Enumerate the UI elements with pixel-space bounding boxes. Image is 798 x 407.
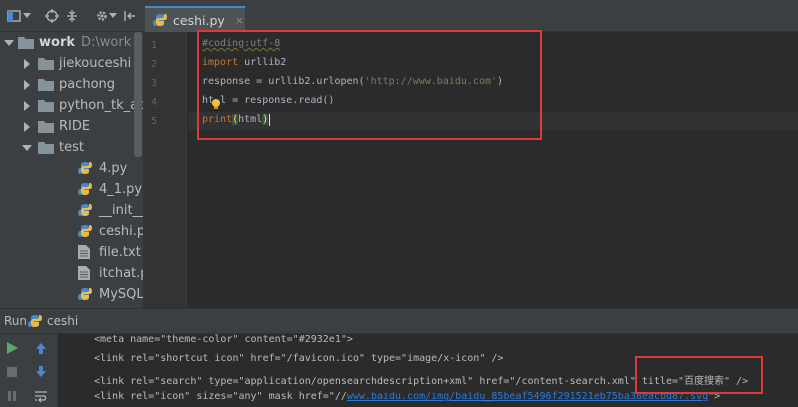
folder-icon [18, 35, 34, 51]
text-file-icon [78, 266, 94, 282]
python-run-icon [28, 314, 44, 330]
line-number: 3 [150, 78, 157, 89]
collapsed-arrow-icon[interactable] [22, 101, 32, 111]
stop-icon[interactable] [5, 364, 21, 380]
project-panel: work D:\work jiekouceshi pachong python_tk_… [0, 0, 143, 308]
folder-icon [38, 119, 54, 135]
rerun-icon[interactable] [5, 340, 21, 356]
line-number: 1 [150, 40, 157, 51]
gear-dropdown-icon[interactable] [108, 8, 118, 24]
tree-item-label: MySQL.py [99, 287, 143, 302]
tree-item[interactable]: MySQL.py [0, 284, 143, 305]
collapsed-arrow-icon[interactable] [22, 80, 32, 90]
python-file-icon [78, 224, 94, 240]
collapsed-arrow-icon[interactable] [22, 122, 32, 132]
run-panel-title: Run [4, 314, 28, 328]
tree-item-label: python_tk_adb [59, 98, 143, 113]
panel-scrollbar[interactable] [134, 32, 142, 157]
tree-item[interactable]: jiekouceshi [0, 53, 143, 74]
soft-wrap-icon[interactable] [34, 388, 50, 404]
expand-arrow-icon[interactable] [22, 143, 32, 153]
line-number: 5 [150, 116, 157, 127]
scroll-up-icon[interactable] [34, 340, 50, 356]
tree-item-label: 4_1.py [99, 182, 143, 197]
tab-ceshi-py[interactable]: ceshi.py × [145, 6, 245, 32]
console-line: <link rel="shortcut icon" href="/favicon… [94, 353, 504, 364]
folder-icon [38, 98, 54, 114]
line-number: 4 [150, 97, 157, 108]
console-annotation-box [635, 356, 763, 394]
scroll-down-icon[interactable] [34, 364, 50, 380]
tree-item-label: ceshi.py [99, 224, 143, 239]
hide-panel-icon[interactable] [122, 8, 138, 24]
tree-root-label: work D:\work [39, 35, 132, 50]
python-file-icon [78, 182, 94, 198]
tab-label: ceshi.py [173, 12, 225, 28]
python-file-icon [153, 14, 167, 26]
tree-item-label: file.txt [99, 245, 141, 260]
folder-icon [38, 56, 54, 72]
project-view-icon[interactable] [6, 8, 22, 24]
tree-item-label: itchat.pkl [99, 266, 143, 281]
run-toolbar [0, 334, 58, 407]
console-line: <link rel="icon" sizes="any" mask href="… [94, 391, 721, 402]
view-dropdown-icon[interactable] [22, 8, 32, 24]
folder-icon [38, 77, 54, 93]
tree-item[interactable]: file.txt [0, 242, 143, 263]
line-number: 2 [150, 59, 157, 70]
tree-item[interactable]: pachong [0, 74, 143, 95]
collapse-all-icon[interactable] [64, 8, 80, 24]
console-line: <meta name="theme-color" content="#2932e… [94, 334, 353, 345]
tree-item[interactable]: ceshi.py [0, 221, 143, 242]
tree-item[interactable]: 4.py [0, 158, 143, 179]
tree-item-label: test [59, 140, 84, 155]
text-file-icon [78, 245, 94, 261]
project-toolbar [0, 0, 143, 32]
tree-item-label: RIDE [59, 119, 91, 134]
tree-item[interactable]: __init__.py [0, 200, 143, 221]
python-file-icon [78, 203, 94, 219]
tree-item-label: pachong [59, 77, 116, 92]
run-panel-header: Run ceshi [0, 308, 798, 334]
code-annotation-box [197, 30, 542, 140]
tree-item[interactable]: python_tk_adb [0, 95, 143, 116]
tree-item-label: __init__.py [99, 203, 143, 218]
close-tab-icon[interactable]: × [235, 14, 244, 27]
expand-arrow-icon[interactable] [4, 38, 14, 48]
tree-item[interactable]: test [0, 137, 143, 158]
tree-item[interactable]: RIDE [0, 116, 143, 137]
tree-item-label: jiekouceshi [59, 56, 132, 71]
python-file-icon [78, 287, 94, 303]
line-number-gutter: 1 2 3 4 5 [143, 32, 187, 308]
locate-target-icon[interactable] [44, 8, 60, 24]
folder-icon [38, 140, 54, 156]
tree-item[interactable]: itchat.pkl [0, 263, 143, 284]
pause-icon[interactable] [5, 388, 21, 404]
tree-item-label: 4.py [99, 161, 128, 176]
tree-root-work[interactable]: work D:\work [0, 32, 143, 53]
collapsed-arrow-icon[interactable] [22, 59, 32, 69]
python-file-icon [78, 161, 94, 177]
tree-item[interactable]: 4_1.py [0, 179, 143, 200]
editor-tab-bar: ceshi.py × [143, 0, 798, 32]
run-tab-label[interactable]: ceshi [47, 314, 78, 328]
